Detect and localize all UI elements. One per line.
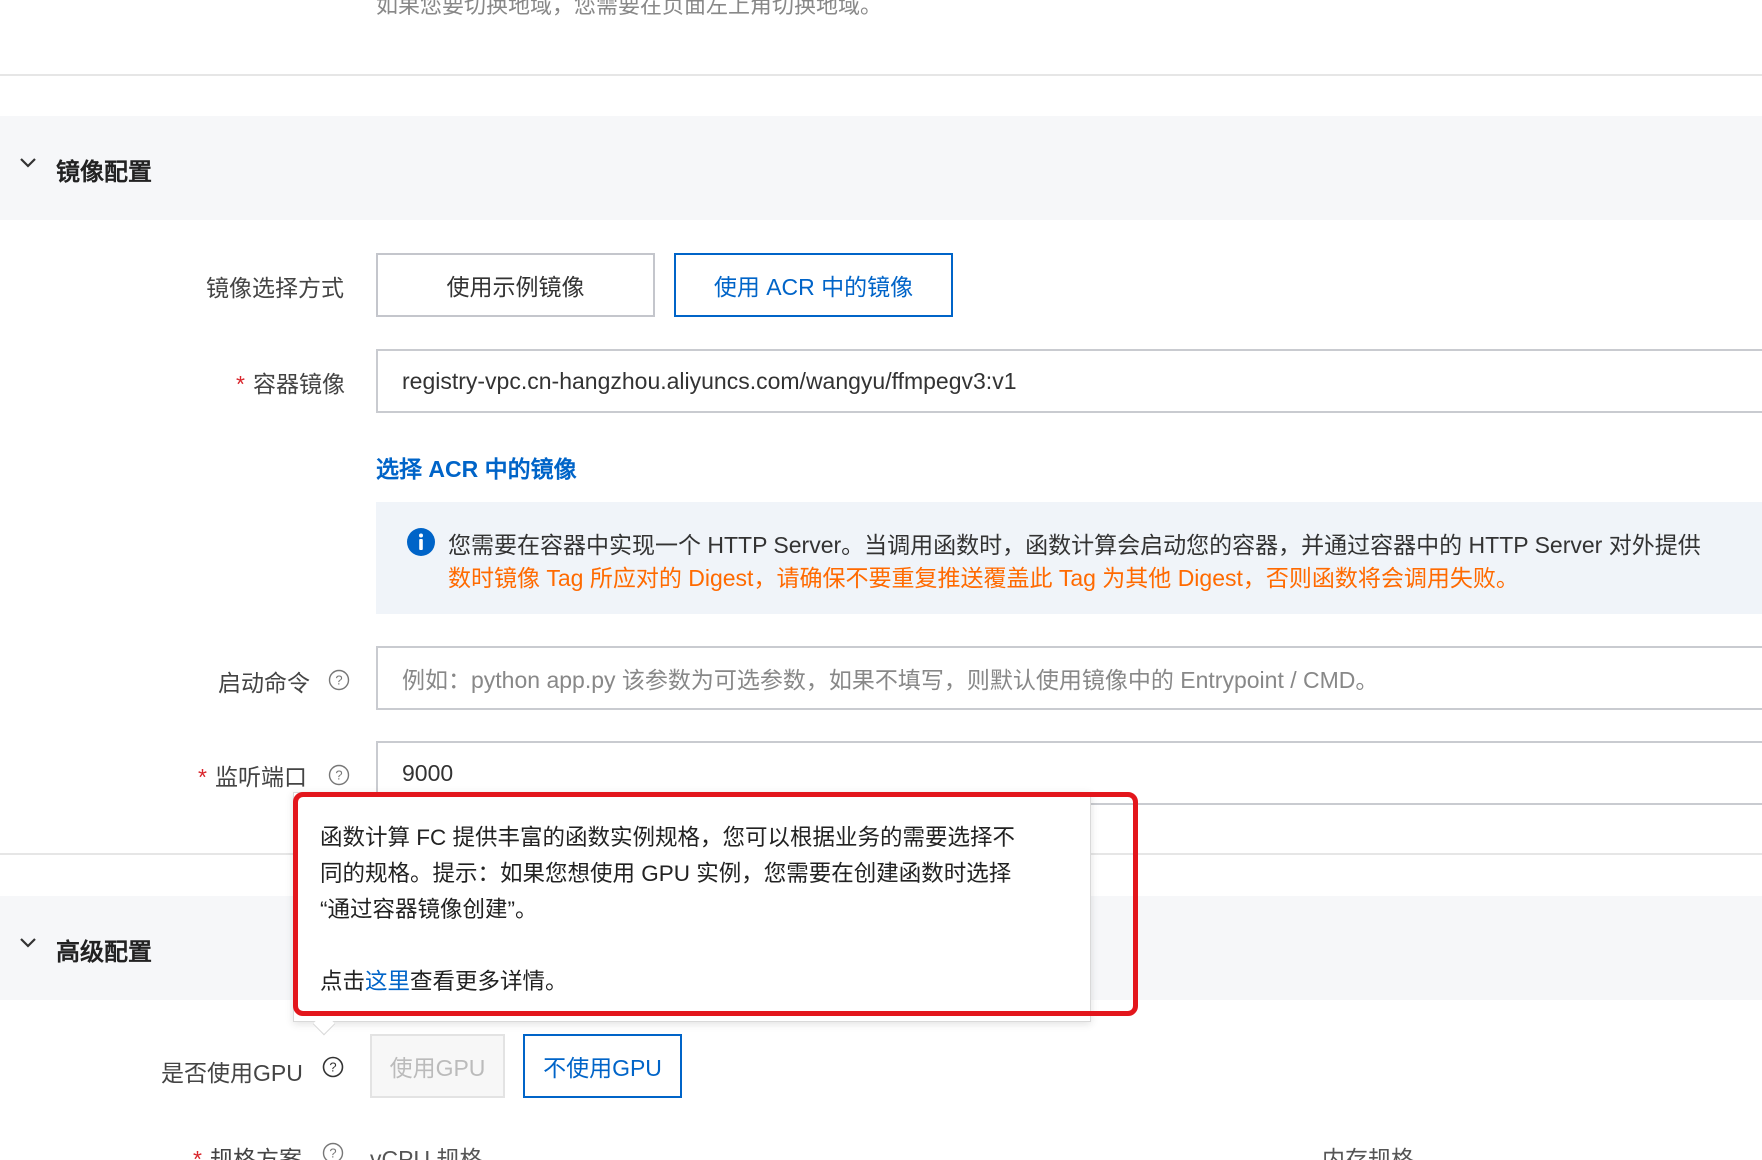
startup-command-input[interactable]: 例如：python app.py 该参数为可选参数，如果不填写，则默认使用镜像中… — [376, 646, 1762, 710]
image-config-section-header[interactable]: 镜像配置 — [0, 116, 1762, 220]
svg-text:?: ? — [335, 768, 342, 783]
chevron-down-icon[interactable] — [17, 932, 39, 954]
vcpu-spec-column-header: vCPU 规格 — [370, 1146, 483, 1160]
no-gpu-button[interactable]: 不使用GPU — [523, 1034, 682, 1098]
help-icon[interactable]: ? — [328, 669, 350, 691]
svg-text:?: ? — [335, 673, 342, 688]
container-image-input[interactable]: registry-vpc.cn-hangzhou.aliyuncs.com/wa… — [376, 349, 1762, 413]
alert-warning-text: 数时镜像 Tag 所应对的 Digest，请确保不要重复推送覆盖此 Tag 为其… — [448, 565, 1519, 591]
help-icon[interactable]: ? — [322, 1056, 344, 1078]
use-sample-image-button[interactable]: 使用示例镜像 — [376, 253, 655, 317]
image-select-method-label: 镜像选择方式 — [206, 275, 344, 301]
alert-text: 您需要在容器中实现一个 HTTP Server。当调用函数时，函数计算会启动您的… — [448, 532, 1701, 558]
svg-text:?: ? — [329, 1060, 336, 1075]
tooltip-text-line: “通过容器镜像创建”。 — [320, 897, 538, 922]
tooltip-text-line: 同的规格。提示：如果您想使用 GPU 实例，您需要在创建函数时选择 — [320, 861, 1012, 886]
divider — [0, 74, 1762, 76]
image-config-title: 镜像配置 — [56, 159, 152, 186]
help-icon[interactable]: ? — [322, 1142, 344, 1160]
required-mark: * — [236, 371, 245, 397]
tooltip-more-info-line: 点击这里查看更多详情。 — [320, 969, 568, 994]
advanced-config-title: 高级配置 — [56, 939, 152, 966]
function-config-page: 如果您要切换地域，您需要在页面左上角切换地域。 镜像配置 镜像选择方式 使用示例… — [0, 0, 1762, 1160]
use-gpu-label: 是否使用GPU — [161, 1060, 303, 1086]
gpu-help-tooltip: 函数计算 FC 提供丰富的函数实例规格，您可以根据业务的需要选择不 同的规格。提… — [293, 792, 1091, 1022]
select-acr-image-link[interactable]: 选择 ACR 中的镜像 — [376, 450, 577, 484]
tooltip-text-line: 函数计算 FC 提供丰富的函数实例规格，您可以根据业务的需要选择不 — [320, 825, 1015, 850]
startup-command-label: 启动命令 — [218, 670, 310, 696]
required-mark: * — [193, 1146, 202, 1160]
region-hint: 如果您要切换地域，您需要在页面左上角切换地域。 — [376, 0, 883, 18]
spec-plan-label: * 规格方案 — [193, 1140, 302, 1160]
use-acr-image-button[interactable]: 使用 ACR 中的镜像 — [674, 253, 953, 317]
required-mark: * — [198, 764, 207, 790]
use-gpu-button[interactable]: 使用GPU — [370, 1034, 505, 1098]
container-image-label: * 容器镜像 — [236, 371, 345, 397]
info-icon — [407, 528, 435, 556]
help-icon[interactable]: ? — [328, 764, 350, 786]
tooltip-here-link[interactable]: 这里 — [365, 969, 410, 994]
memory-spec-column-header: 内存规格 — [1322, 1146, 1414, 1160]
chevron-down-icon[interactable] — [17, 152, 39, 174]
http-server-info-alert: 您需要在容器中实现一个 HTTP Server。当调用函数时，函数计算会启动您的… — [376, 502, 1762, 614]
svg-text:?: ? — [329, 1146, 336, 1160]
listen-port-label: * 监听端口 — [198, 764, 307, 790]
